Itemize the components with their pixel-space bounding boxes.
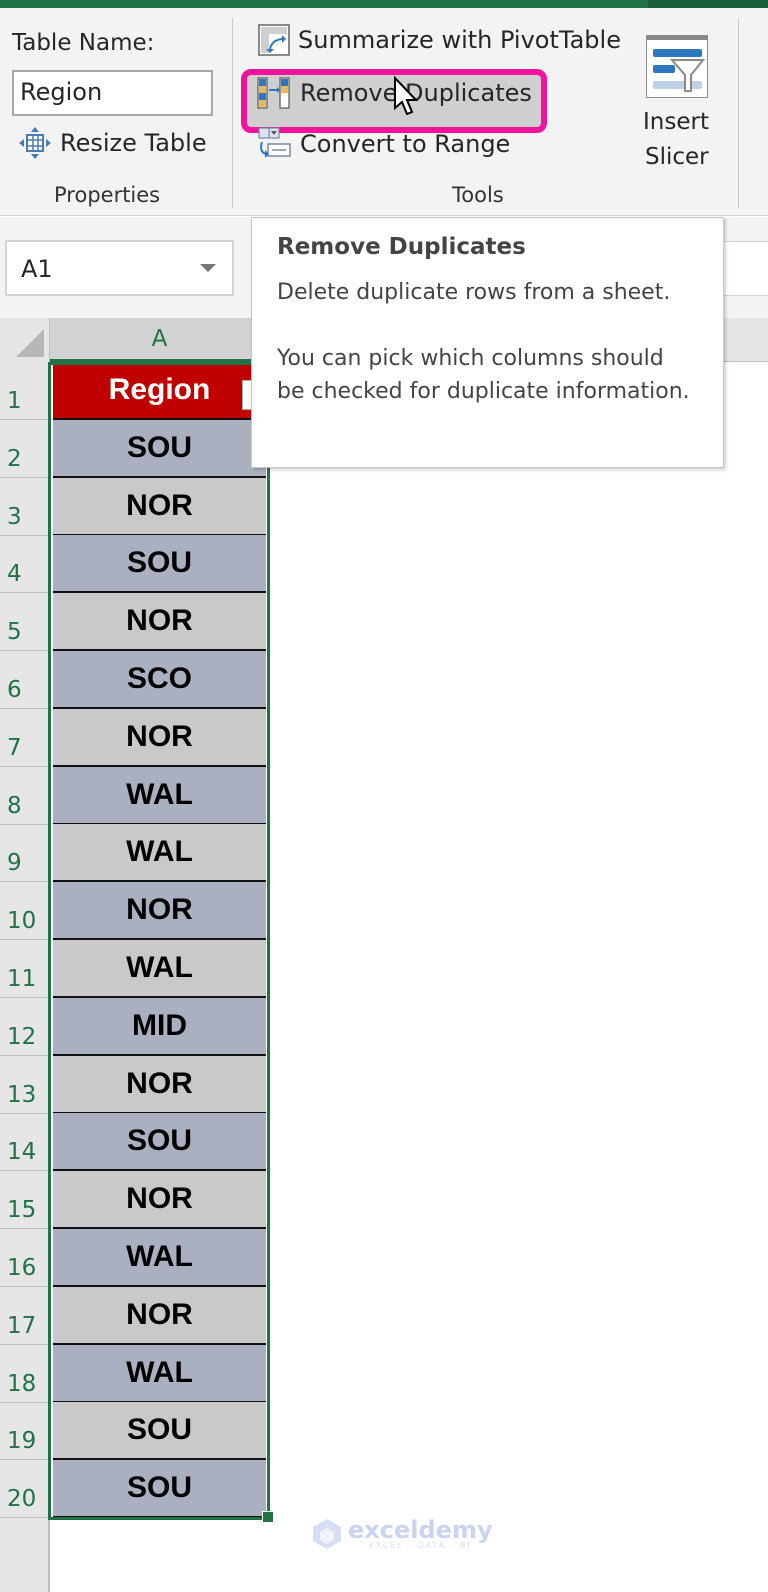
watermark-tagline: EXCEL · DATA · BI	[368, 1540, 472, 1550]
table-cell[interactable]: SOU	[53, 535, 266, 594]
table-cell[interactable]: SOU	[53, 1113, 266, 1172]
row-header[interactable]: 20	[0, 1460, 48, 1519]
table-cell[interactable]: NOR	[53, 477, 266, 536]
row-header[interactable]: 10	[0, 882, 48, 941]
exceldemy-watermark: exceldemy EXCEL · DATA · BI	[312, 1518, 493, 1550]
group-separator	[232, 18, 233, 208]
row-header[interactable]: 9	[0, 824, 48, 883]
tooltip-line2: You can pick which columns should be che…	[277, 346, 690, 404]
row-header[interactable]: 5	[0, 593, 48, 652]
group-separator	[738, 18, 739, 208]
insert-slicer-label-line1: Insert	[643, 109, 709, 135]
formula-input[interactable]	[722, 241, 768, 296]
convert-to-range-button[interactable]: Convert to Range	[256, 126, 510, 162]
table-cell[interactable]: NOR	[53, 708, 266, 767]
pivottable-icon	[258, 24, 290, 56]
row-header[interactable]: 2	[0, 420, 48, 478]
row-header[interactable]: 16	[0, 1229, 48, 1287]
mouse-cursor-icon	[394, 76, 419, 116]
row-header[interactable]: 1	[0, 362, 48, 420]
table-cell[interactable]: WAL	[53, 824, 266, 883]
summarize-pivottable-button[interactable]: Summarize with PivotTable	[258, 24, 621, 56]
row-header[interactable]: 6	[0, 651, 48, 709]
resize-table-button[interactable]: Resize Table	[18, 126, 207, 160]
name-box[interactable]: A1	[5, 240, 234, 296]
title-bar-strip	[0, 0, 768, 8]
table-cell[interactable]: WAL	[53, 1344, 266, 1403]
row-headers: 1 2 3 4 5 6 7 8 9 10 11 12 13 14 15 16 17 18 19 20	[0, 362, 50, 1592]
name-box-value: A1	[21, 255, 53, 283]
tools-group-label: Tools	[452, 183, 504, 207]
row-header[interactable]: 11	[0, 940, 48, 998]
table-header-text: Region	[108, 373, 211, 406]
name-box-dropdown-icon[interactable]	[200, 264, 216, 272]
row-header[interactable]: 12	[0, 998, 48, 1056]
table-name-input[interactable]: Region	[12, 70, 213, 116]
table-cell[interactable]: WAL	[53, 1229, 266, 1287]
table-cell[interactable]: NOR	[53, 1055, 266, 1114]
table-cell[interactable]: MID	[53, 997, 266, 1056]
row-header[interactable]: 18	[0, 1345, 48, 1403]
table-cell[interactable]: NOR	[53, 882, 266, 941]
watermark-brand: exceldemy	[348, 1515, 493, 1544]
row-header[interactable]: 4	[0, 535, 48, 594]
insert-slicer-button[interactable]: Insert Slicer	[630, 23, 726, 183]
table-cell[interactable]: SOU	[53, 1402, 266, 1461]
column-header-a[interactable]: A	[50, 318, 269, 362]
table-cell[interactable]: SOU	[53, 419, 266, 478]
fill-handle[interactable]	[262, 1511, 274, 1523]
resize-table-icon	[19, 127, 51, 159]
row-header[interactable]: 14	[0, 1113, 48, 1172]
properties-group-label: Properties	[54, 183, 161, 207]
remove-duplicates-tooltip: Remove Duplicates Delete duplicate rows …	[251, 217, 724, 468]
table-cell[interactable]: NOR	[53, 1286, 266, 1345]
slicer-icon	[646, 35, 708, 98]
tooltip-title: Remove Duplicates	[277, 234, 526, 260]
convert-to-range-icon	[258, 127, 291, 158]
row-header[interactable]: 8	[0, 767, 48, 825]
exceldemy-logo-icon	[313, 1519, 341, 1549]
table-header-cell[interactable]: Region	[53, 362, 276, 420]
table-cell[interactable]: SCO	[53, 651, 266, 709]
ribbon-table-design: Table Name: Region Resize Table Properti…	[0, 8, 768, 216]
table-cell[interactable]: NOR	[53, 1171, 266, 1230]
resize-table-label: Resize Table	[60, 129, 207, 157]
summarize-pivottable-label: Summarize with PivotTable	[298, 26, 621, 54]
row-header[interactable]: 7	[0, 709, 48, 767]
row-header[interactable]: 17	[0, 1287, 48, 1345]
table-cell[interactable]: WAL	[53, 940, 266, 998]
row-header[interactable]: 19	[0, 1402, 48, 1461]
tooltip-line1: Delete duplicate rows from a sheet.	[277, 280, 671, 305]
row-header[interactable]: 13	[0, 1056, 48, 1114]
convert-to-range-label: Convert to Range	[300, 130, 511, 158]
table-cell[interactable]: SOU	[53, 1460, 266, 1519]
row-header[interactable]: 3	[0, 478, 48, 536]
table-cell[interactable]: WAL	[53, 766, 266, 825]
table-cell[interactable]: NOR	[53, 593, 266, 652]
row-header[interactable]: 15	[0, 1171, 48, 1230]
insert-slicer-label-line2: Slicer	[645, 144, 709, 170]
table-name-label: Table Name:	[12, 30, 155, 56]
select-all-triangle-icon	[16, 329, 44, 357]
